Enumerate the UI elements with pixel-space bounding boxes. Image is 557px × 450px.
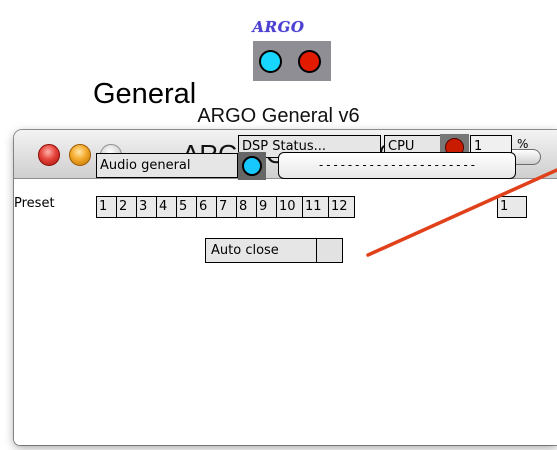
preset-number-box[interactable]: 1 [497, 196, 527, 218]
preset-button-9[interactable]: 9 [256, 196, 277, 218]
red-dot-icon [298, 50, 321, 73]
preset-button-2[interactable]: 2 [116, 196, 137, 218]
preset-button-3[interactable]: 3 [136, 196, 157, 218]
audio-general-button[interactable]: Audio general [96, 153, 238, 178]
minimize-window-icon[interactable] [69, 144, 91, 166]
preset-button-12[interactable]: 12 [328, 196, 355, 218]
preset-button-5[interactable]: 5 [176, 196, 197, 218]
argo-app-icon[interactable] [253, 41, 331, 81]
argo-logo: ARGO [252, 18, 305, 36]
audio-led-toggle[interactable] [238, 152, 266, 180]
preset-button-8[interactable]: 8 [236, 196, 257, 218]
close-window-icon[interactable] [38, 144, 60, 166]
preset-button-4[interactable]: 4 [156, 196, 177, 218]
auto-close-button[interactable]: Auto close [205, 238, 317, 263]
device-menu-field[interactable]: ---------------------- [278, 152, 516, 179]
preset-button-11[interactable]: 11 [302, 196, 329, 218]
preset-button-7[interactable]: 7 [216, 196, 237, 218]
cyan-dot-icon [259, 50, 282, 73]
window-content [14, 179, 557, 445]
preset-button-6[interactable]: 6 [196, 196, 217, 218]
general-heading: General [93, 78, 197, 110]
auto-close-toggle[interactable] [316, 238, 343, 263]
preset-button-1[interactable]: 1 [96, 196, 117, 218]
preset-button-10[interactable]: 10 [276, 196, 303, 218]
preset-label: Preset [14, 196, 55, 211]
cpu-percent-sign: % [517, 137, 529, 151]
audio-led-icon [242, 156, 262, 176]
app-icon-caption[interactable]: ARGO General v6 [0, 105, 557, 128]
